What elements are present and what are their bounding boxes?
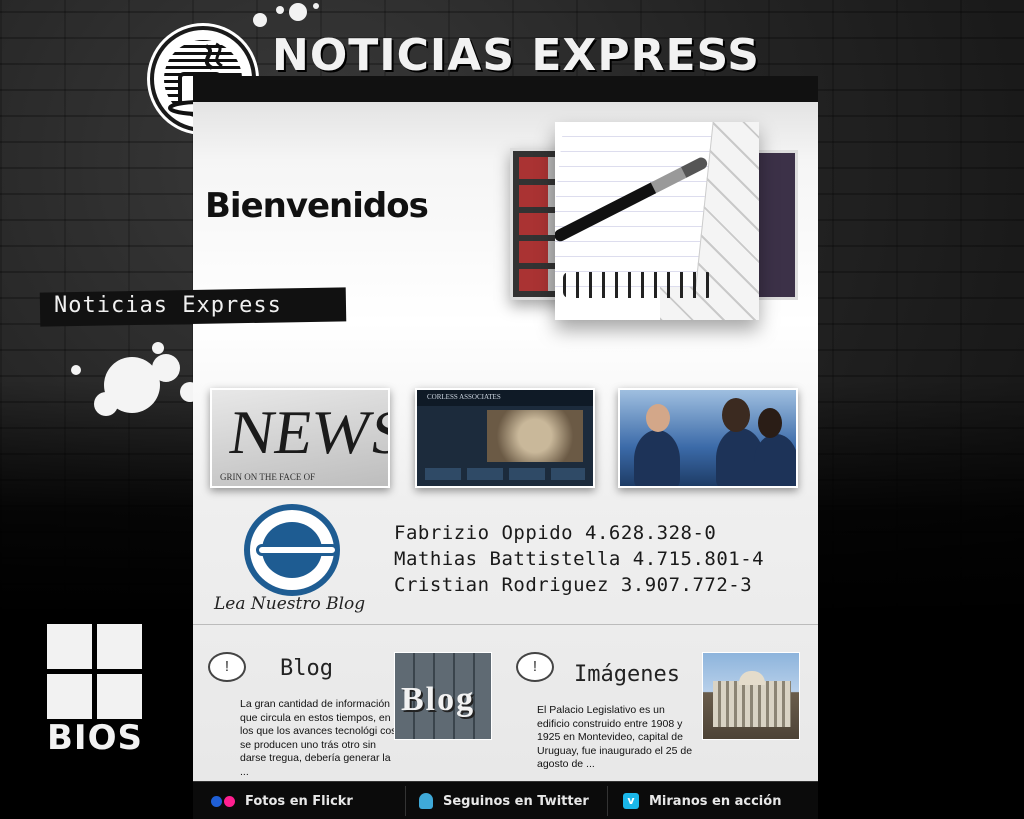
thumbnail-news-headline: NEWS bbox=[225, 399, 390, 467]
vimeo-label: Miranos en acción bbox=[649, 793, 782, 809]
flickr-link[interactable]: Fotos en Flickr bbox=[211, 782, 353, 819]
twitter-bird-icon bbox=[419, 793, 433, 809]
hero-notebook-image bbox=[555, 122, 759, 320]
twitter-label: Seguinos en Twitter bbox=[443, 793, 589, 809]
tagline: Noticias Express bbox=[54, 293, 282, 318]
ink-splatter bbox=[253, 3, 319, 27]
blog-image-text: Blog bbox=[401, 681, 476, 718]
thumbnail-business-meeting[interactable] bbox=[618, 388, 798, 488]
blog-section-text: La gran cantidad de información que circ… bbox=[240, 698, 397, 778]
welcome-heading: Bienvenidos bbox=[205, 186, 429, 226]
speech-bubble-icon: ! bbox=[208, 652, 246, 682]
vimeo-link[interactable]: v Miranos en acción bbox=[623, 782, 781, 819]
credit-line: Mathias Battistella 4.715.801-4 bbox=[394, 548, 765, 570]
bios-logo-text: BIOS bbox=[47, 718, 143, 758]
site-title: NOTICIAS EXPRESS bbox=[272, 30, 760, 81]
thumbnail-news[interactable]: NEWS GRIN ON THE FACE OF bbox=[210, 388, 390, 488]
credit-line: Cristian Rodriguez 3.907.772-3 bbox=[394, 574, 753, 596]
blog-link[interactable]: Lea Nuestro Blog bbox=[214, 594, 365, 614]
thumbnail-site-brand: CORLESS ASSOCIATES bbox=[427, 393, 501, 401]
twitter-link[interactable]: Seguinos en Twitter bbox=[419, 782, 589, 819]
flickr-icon bbox=[211, 795, 235, 807]
images-section-title[interactable]: Imágenes bbox=[574, 662, 680, 687]
bios-logo[interactable] bbox=[47, 624, 143, 720]
flickr-label: Fotos en Flickr bbox=[245, 793, 353, 809]
blog-section-image[interactable]: Blog bbox=[394, 652, 492, 740]
blog-section-title[interactable]: Blog bbox=[280, 656, 333, 681]
palace-image[interactable] bbox=[702, 652, 800, 740]
credit-line: Fabrizio Oppido 4.628.328-0 bbox=[394, 522, 717, 544]
vimeo-icon: v bbox=[623, 793, 639, 809]
panel-top-bar bbox=[193, 76, 818, 102]
images-section-text: El Palacio Legislativo es un edificio co… bbox=[537, 704, 693, 770]
ink-splatter bbox=[71, 342, 200, 416]
footer-bar: Fotos en Flickr Seguinos en Twitter v Mi… bbox=[193, 781, 818, 819]
thumbnail-news-caption: GRIN ON THE FACE OF bbox=[220, 472, 316, 482]
credits-list: Fabrizio Oppido 4.628.328-0 Mathias Batt… bbox=[394, 520, 764, 598]
section-divider bbox=[193, 624, 818, 625]
speech-bubble-icon: ! bbox=[516, 652, 554, 682]
thumbnail-corporate-site[interactable]: CORLESS ASSOCIATES bbox=[415, 388, 595, 488]
laughing-man-logo[interactable] bbox=[244, 504, 340, 596]
